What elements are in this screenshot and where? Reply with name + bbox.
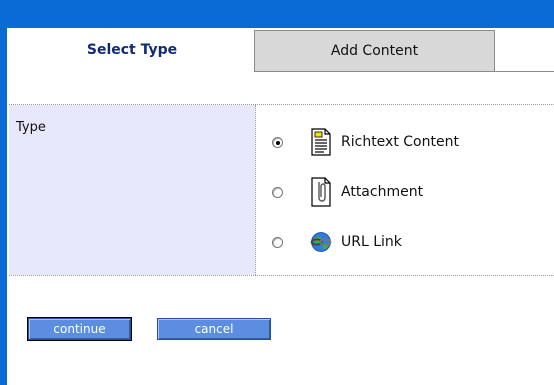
tab-add-content[interactable]: Add Content: [254, 30, 495, 72]
option-attachment[interactable]: Attachment: [272, 177, 423, 207]
attachment-radio[interactable]: [272, 186, 283, 198]
option-url-link[interactable]: URL Link: [272, 227, 402, 257]
tab-baseline: [495, 71, 554, 72]
globe-link-icon: [309, 228, 333, 256]
form-column-divider: [255, 105, 256, 275]
richtext-label: Richtext Content: [341, 134, 459, 150]
continue-button[interactable]: continue: [27, 317, 132, 341]
cancel-button[interactable]: cancel: [157, 318, 271, 340]
document-icon: [309, 128, 333, 156]
option-richtext[interactable]: Richtext Content: [272, 127, 459, 157]
type-label: Type: [16, 120, 46, 135]
url-link-label: URL Link: [341, 234, 402, 250]
paperclip-icon: [309, 177, 333, 207]
richtext-radio[interactable]: [272, 136, 283, 148]
url-link-radio[interactable]: [272, 236, 283, 248]
attachment-label: Attachment: [341, 184, 424, 200]
tab-select-type[interactable]: Select Type: [7, 28, 257, 72]
form-bottom-divider: [9, 275, 554, 276]
